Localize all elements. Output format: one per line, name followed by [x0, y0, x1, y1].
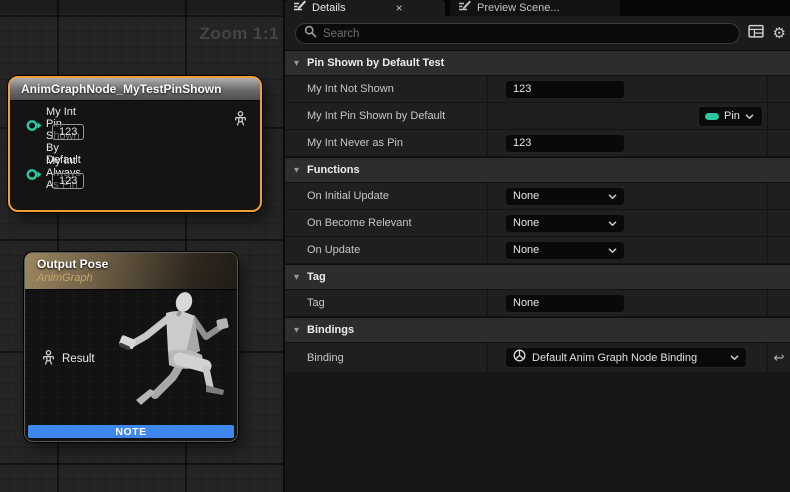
graph-node-output-pose[interactable]: Output Pose AnimGraph [25, 253, 237, 441]
node-subtitle: AnimGraph [37, 272, 237, 284]
section-header-pin-shown[interactable]: ▾ Pin Shown by Default Test [285, 50, 790, 76]
details-panel: Details × Preview Scene... [283, 0, 790, 492]
search-icon [304, 25, 317, 43]
section-header-bindings[interactable]: ▾ Bindings [285, 317, 790, 343]
chevron-down-icon: ▾ [294, 165, 299, 176]
node-header[interactable]: AnimGraphNode_MyTestPinShown [10, 78, 260, 101]
tab-bar: Details × Preview Scene... [285, 0, 790, 16]
property-label: On Become Relevant [307, 217, 412, 229]
tab-label: Preview Scene... [477, 2, 560, 14]
binding-dropdown[interactable]: Default Anim Graph Node Binding [505, 347, 747, 368]
unreal-editor-window: Zoom 1:1 AnimGraphNode_MyTestPinShown My… [0, 0, 790, 492]
chevron-down-icon [608, 248, 617, 253]
pin-value-input[interactable]: 123 [52, 173, 84, 189]
property-label: My Int Not Shown [307, 83, 394, 95]
function-dropdown[interactable]: None [505, 214, 625, 233]
chevron-down-icon: ▾ [294, 58, 299, 69]
property-row: My Int Never as Pin [285, 130, 790, 157]
int-input[interactable] [505, 80, 625, 99]
graph-top-band [0, 0, 283, 14]
node-title: Output Pose [37, 257, 237, 271]
property-label: My Int Pin Shown by Default [307, 110, 445, 122]
result-pose-pin[interactable]: Result [42, 350, 95, 368]
pin-capsule-icon [705, 113, 719, 120]
chevron-down-icon [608, 194, 617, 199]
person-pose-icon [42, 350, 55, 368]
chevron-down-icon [745, 110, 754, 122]
search-row: ⚙ [285, 16, 790, 50]
gear-icon[interactable]: ⚙ [773, 26, 786, 41]
property-label: Binding [307, 352, 344, 364]
close-icon[interactable]: × [396, 2, 403, 14]
tag-input[interactable] [505, 294, 625, 313]
int-pin-icon[interactable] [26, 119, 43, 137]
person-pose-icon[interactable] [234, 111, 247, 131]
running-mannequin-image [110, 289, 235, 419]
property-row: Tag [285, 290, 790, 317]
note-bar[interactable]: NOTE [28, 425, 234, 438]
graph-node-anim-test[interactable]: AnimGraphNode_MyTestPinShown My Int Pin … [8, 76, 262, 212]
chevron-down-icon [730, 355, 739, 360]
empty-panel-area [285, 373, 790, 492]
tab-label: Details [312, 2, 346, 14]
tab-details[interactable]: Details × [285, 0, 445, 16]
tab-preview-scene[interactable]: Preview Scene... [450, 0, 620, 16]
property-row: My Int Pin Shown by Default Pin [285, 103, 790, 130]
pin-value-input[interactable]: 123 [52, 124, 84, 140]
function-dropdown[interactable]: None [505, 187, 625, 206]
property-label: On Initial Update [307, 190, 389, 202]
int-input[interactable] [505, 134, 625, 153]
note-label: NOTE [115, 426, 146, 438]
reset-to-default-icon[interactable]: ↩ [774, 351, 785, 364]
zoom-indicator: Zoom 1:1 [199, 24, 279, 44]
view-options-table-icon[interactable] [748, 24, 764, 43]
search-box[interactable] [295, 23, 740, 44]
property-row: Binding Default Anim Graph Node Binding [285, 343, 790, 373]
property-label: Tag [307, 297, 325, 309]
node-header[interactable]: Output Pose AnimGraph [25, 253, 237, 290]
details-pencil-icon [458, 0, 471, 17]
anim-graph-canvas[interactable]: Zoom 1:1 AnimGraphNode_MyTestPinShown My… [0, 0, 283, 492]
property-row: On Become Relevant None [285, 210, 790, 237]
pin-visibility-dropdown[interactable]: Pin [698, 106, 763, 127]
search-input[interactable] [323, 28, 731, 40]
property-label: On Update [307, 244, 360, 256]
binding-class-icon [513, 349, 526, 367]
section-header-functions[interactable]: ▾ Functions [285, 157, 790, 183]
function-dropdown[interactable]: None [505, 241, 625, 260]
chevron-down-icon [608, 221, 617, 226]
property-row: On Initial Update None [285, 183, 790, 210]
property-list: ▾ Pin Shown by Default Test My Int Not S… [285, 50, 790, 373]
result-pin-label: Result [62, 353, 95, 365]
int-pin-icon[interactable] [26, 168, 43, 186]
property-row: My Int Not Shown [285, 76, 790, 103]
section-header-tag[interactable]: ▾ Tag [285, 264, 790, 290]
chevron-down-icon: ▾ [294, 325, 299, 336]
details-pencil-icon [293, 0, 306, 17]
property-label: My Int Never as Pin [307, 137, 403, 149]
property-row: On Update None [285, 237, 790, 264]
chevron-down-icon: ▾ [294, 272, 299, 283]
node-title: AnimGraphNode_MyTestPinShown [21, 82, 221, 96]
